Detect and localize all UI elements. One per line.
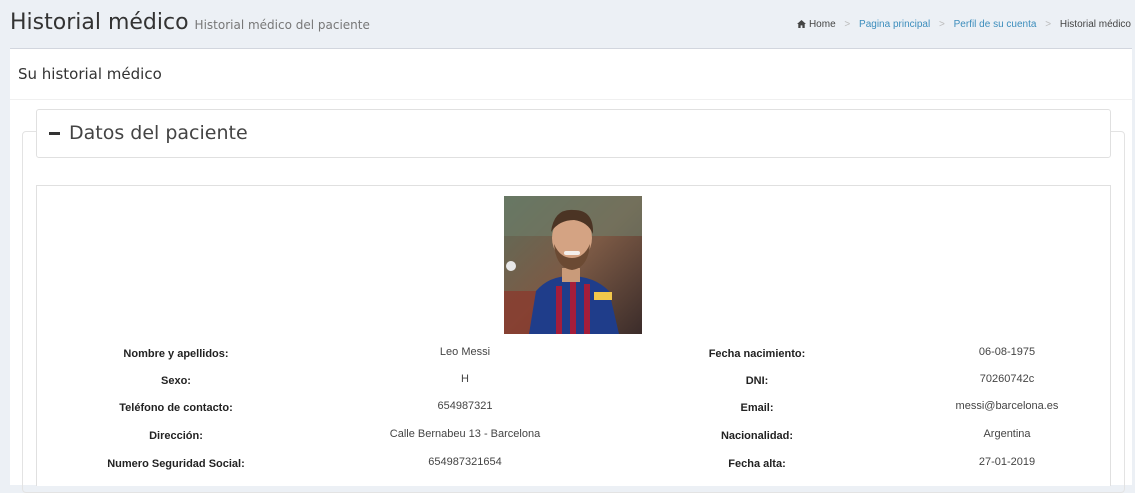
field-label: Email: (740, 402, 774, 414)
breadcrumb-separator: > (1045, 19, 1052, 30)
field-value: Argentina (983, 428, 1031, 440)
patient-row: Dirección: Calle Bernabeu 13 - Barcelona… (37, 428, 1110, 450)
field-value: 654987321 (437, 400, 493, 412)
breadcrumb: Home > Pagina principal > Perfil de su c… (797, 19, 1131, 30)
breadcrumb-current: Historial médico (1059, 19, 1131, 30)
field-value: H (461, 373, 469, 385)
patient-photo (504, 196, 642, 334)
section-collapse-toggle[interactable]: Datos del paciente (36, 109, 1111, 158)
breadcrumb-perfil[interactable]: Perfil de su cuenta (954, 19, 1037, 30)
minus-icon (49, 132, 60, 135)
field-value: Leo Messi (439, 346, 491, 358)
patient-row: Numero Seguridad Social: 654987321654 Fe… (37, 456, 1110, 478)
breadcrumb-home-label: Home (808, 19, 836, 30)
page-subtitle: Historial médico del paciente (194, 18, 370, 32)
field-value: messi@barcelona.es (955, 400, 1059, 412)
field-value: 70260742c (979, 373, 1035, 385)
breadcrumb-pagina-principal[interactable]: Pagina principal (859, 19, 930, 30)
field-label: Dirección: (149, 430, 203, 442)
field-label: Teléfono de contacto: (119, 402, 233, 414)
breadcrumb-separator: > (844, 19, 851, 30)
field-value: Calle Bernabeu 13 - Barcelona (389, 428, 541, 440)
medical-history-box: Su historial médico Datos del paciente N… (10, 48, 1132, 493)
patient-row: Nombre y apellidos: Leo Messi Fecha naci… (37, 346, 1110, 368)
field-label: Sexo: (161, 375, 191, 387)
content-header: Historial médico Historial médico del pac… (0, 0, 1135, 48)
field-value: 06-08-1975 (978, 346, 1036, 358)
field-label: DNI: (745, 375, 769, 387)
page-title-text: Historial médico (10, 10, 189, 35)
breadcrumb-separator: > (939, 19, 945, 30)
breadcrumb-home[interactable]: Home (797, 19, 838, 30)
field-label: Numero Seguridad Social: (107, 458, 245, 470)
home-icon (797, 20, 807, 28)
box-title: Su historial médico (18, 65, 162, 83)
patient-row: Sexo: H DNI: 70260742c (37, 373, 1110, 395)
field-value: 654987321654 (428, 456, 502, 468)
patient-row: Teléfono de contacto: 654987321 Email: m… (37, 400, 1110, 422)
field-label: Fecha alta: (728, 458, 786, 470)
field-label: Nacionalidad: (720, 430, 794, 442)
patient-card: Nombre y apellidos: Leo Messi Fecha naci… (36, 185, 1111, 486)
field-value: 27-01-2019 (978, 456, 1036, 468)
box-header: Su historial médico (10, 49, 1132, 100)
page-title: Historial médico Historial médico del pac… (10, 10, 370, 35)
section-title: Datos del paciente (69, 122, 248, 144)
field-label: Nombre y apellidos: (123, 348, 229, 360)
field-label: Fecha nacimiento: (708, 348, 806, 360)
